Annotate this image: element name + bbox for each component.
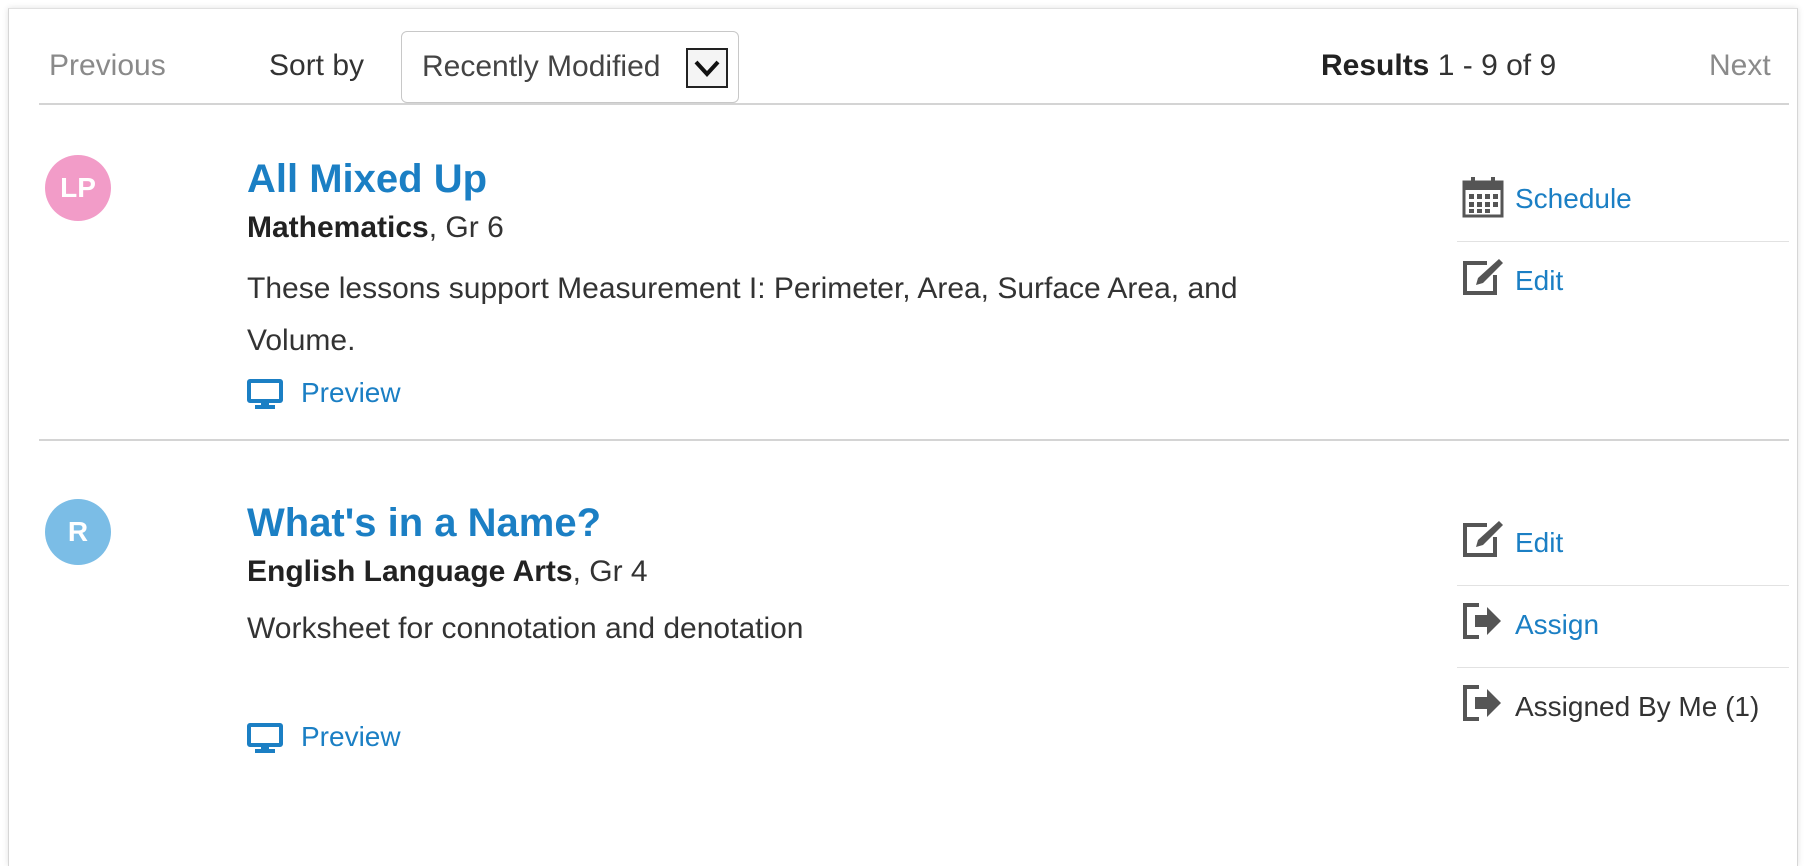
preview-link[interactable]: Preview <box>247 377 401 411</box>
assign-icon <box>1461 683 1505 730</box>
item-title[interactable]: All Mixed Up <box>247 157 487 202</box>
edit-button[interactable]: Edit <box>1457 241 1789 321</box>
monitor-icon <box>247 722 283 753</box>
avatar: LP <box>45 155 111 221</box>
assigned-by-me-button[interactable]: Assigned By Me (1) <box>1457 667 1789 747</box>
sort-select-value: Recently Modified <box>422 50 661 83</box>
item-description: Worksheet for connotation and denotation <box>247 612 804 645</box>
results-range: 1 - 9 of 9 <box>1437 49 1557 82</box>
sort-select[interactable]: Recently Modified <box>401 31 739 103</box>
item-subject: English Language Arts, Gr 4 <box>247 555 648 589</box>
avatar: R <box>45 499 111 565</box>
previous-link[interactable]: Previous <box>49 49 166 83</box>
edit-label: Edit <box>1515 527 1564 558</box>
edit-button[interactable]: Edit <box>1457 503 1789 583</box>
grade-level: , Gr 6 <box>428 211 504 244</box>
subject-name: English Language Arts <box>247 555 573 588</box>
divider <box>39 103 1789 105</box>
preview-label: Preview <box>301 377 401 408</box>
assign-button[interactable]: Assign <box>1457 585 1789 665</box>
subject-name: Mathematics <box>247 211 429 244</box>
grade-level: , Gr 4 <box>572 555 648 588</box>
preview-link[interactable]: Preview <box>247 721 401 755</box>
edit-icon <box>1461 519 1505 566</box>
assign-icon <box>1461 601 1505 648</box>
item-title[interactable]: What's in a Name? <box>247 501 601 546</box>
sort-by-label: Sort by <box>269 49 365 82</box>
divider <box>39 439 1789 441</box>
results-count: Results 1 - 9 of 9 <box>1321 49 1556 83</box>
next-link[interactable]: Next <box>1709 49 1771 83</box>
edit-icon <box>1461 257 1505 304</box>
results-panel: Previous Sort by Recently Modified Resul… <box>8 8 1798 866</box>
results-label: Results <box>1321 49 1430 82</box>
schedule-label: Schedule <box>1515 183 1632 214</box>
assigned-by-me-label: Assigned By Me (1) <box>1515 691 1760 722</box>
item-subject: Mathematics, Gr 6 <box>247 211 504 245</box>
calendar-icon <box>1461 175 1505 226</box>
item-description: These lessons support Measurement I: Per… <box>247 272 1238 357</box>
preview-label: Preview <box>301 721 401 752</box>
schedule-button[interactable]: Schedule <box>1457 159 1789 239</box>
monitor-icon <box>247 378 283 409</box>
assign-label: Assign <box>1515 609 1600 640</box>
edit-label: Edit <box>1515 265 1564 296</box>
chevron-down-icon[interactable] <box>686 48 728 88</box>
